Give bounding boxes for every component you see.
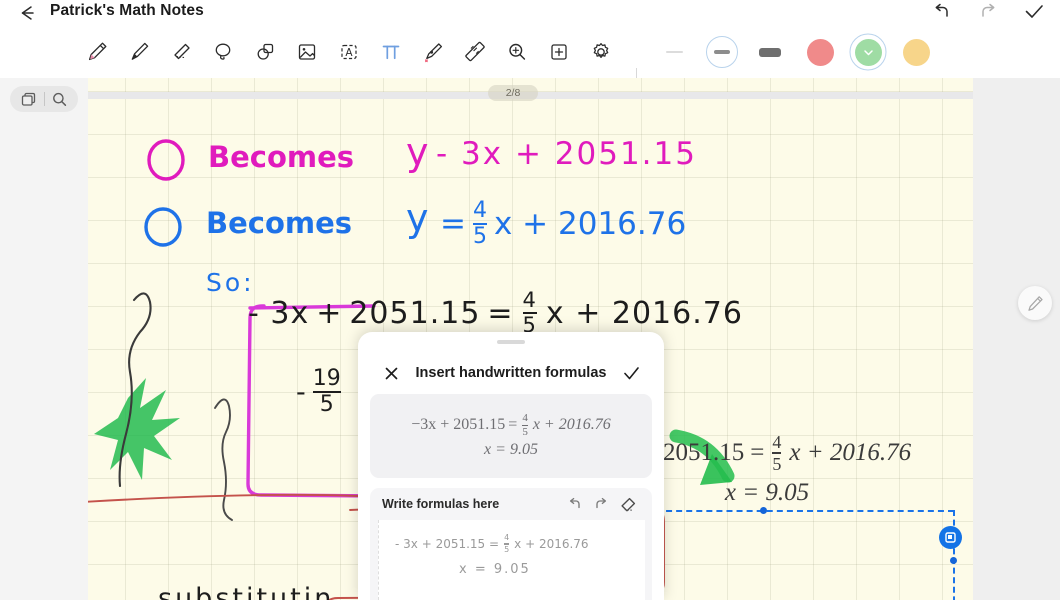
zoom-icon[interactable] xyxy=(496,36,538,68)
search-icon[interactable] xyxy=(45,86,75,112)
color-swatch-yellow[interactable] xyxy=(892,36,940,68)
preview-eq: = xyxy=(508,416,517,434)
confirm-check-icon[interactable] xyxy=(1022,1,1046,23)
stroke-width-thin[interactable] xyxy=(650,36,698,68)
preview-line-2: x = 9.05 xyxy=(484,441,538,459)
eraser-icon[interactable] xyxy=(614,492,640,516)
image-icon[interactable] xyxy=(286,36,328,68)
formula-pi-icon[interactable] xyxy=(370,36,412,68)
stroke-width-group xyxy=(650,36,794,68)
write-area-label: Write formulas here xyxy=(382,497,562,511)
highlighter-icon[interactable] xyxy=(118,36,160,68)
page-indicator: 2/8 xyxy=(488,85,538,101)
stroke-width-thick[interactable] xyxy=(746,36,794,68)
lasso-icon[interactable] xyxy=(202,36,244,68)
magic-pen-icon[interactable] xyxy=(412,36,454,68)
svg-text:A: A xyxy=(345,47,353,59)
tool-group: A xyxy=(76,36,622,68)
left-rail xyxy=(0,78,88,600)
insert-formula-dialog: Insert handwritten formulas −3x + 2051.1… xyxy=(358,332,664,600)
preview-rhs: x + 2016.76 xyxy=(533,416,611,434)
selected-ring xyxy=(850,34,887,71)
dialog-title: Insert handwritten formulas xyxy=(402,365,620,381)
write-formula-area[interactable]: Write formulas here - 3x + 2051.15 = 4 xyxy=(370,488,652,600)
stroke-width-medium[interactable] xyxy=(698,36,746,68)
confirm-check-icon[interactable] xyxy=(620,362,642,384)
color-group xyxy=(796,36,940,68)
fraction-4-over-5: 4 5 xyxy=(522,413,528,439)
handwriting-input-canvas[interactable]: - 3x + 2051.15 = 4 5 x + 2016.76 x = 9.0… xyxy=(378,520,645,600)
preview-lhs: −3x + 2051.15 xyxy=(411,416,505,434)
header-actions xyxy=(930,1,1046,23)
formula-options-button[interactable] xyxy=(939,526,962,549)
close-x-icon[interactable] xyxy=(380,362,402,384)
ruler-icon[interactable] xyxy=(454,36,496,68)
eraser-icon[interactable] xyxy=(160,36,202,68)
preview-line-1: −3x + 2051.15 = 4 5 x + 2016.76 xyxy=(411,413,610,439)
fraction-4-over-5: 4 5 xyxy=(504,534,509,554)
text-box-icon[interactable]: A xyxy=(328,36,370,68)
add-page-icon[interactable] xyxy=(538,36,580,68)
handwriting-notes-app: Patrick's Math Notes xyxy=(0,0,1060,600)
color-swatch-red[interactable] xyxy=(796,36,844,68)
undo-icon[interactable] xyxy=(562,492,588,516)
ink-line-2: x = 9.05 xyxy=(459,562,531,577)
pencil-edit-icon[interactable] xyxy=(1018,286,1052,320)
pen-icon[interactable] xyxy=(76,36,118,68)
ink-line-1: - 3x + 2051.15 = 4 5 x + 2016.76 xyxy=(395,534,589,554)
page-title: Patrick's Math Notes xyxy=(50,2,204,20)
write-area-header: Write formulas here xyxy=(370,488,652,520)
selected-ring xyxy=(706,36,738,68)
undo-icon[interactable] xyxy=(930,1,954,23)
redo-icon[interactable] xyxy=(588,492,614,516)
dialog-drag-handle[interactable] xyxy=(497,340,525,344)
rail-pill xyxy=(10,86,78,112)
tool-bar: A xyxy=(0,26,1060,78)
shape-icon[interactable] xyxy=(244,36,286,68)
settings-gear-icon[interactable] xyxy=(580,36,622,68)
formula-preview: −3x + 2051.15 = 4 5 x + 2016.76 x = 9.05 xyxy=(370,394,652,478)
pages-thumbnail-icon[interactable] xyxy=(14,86,44,112)
title-bar: Patrick's Math Notes xyxy=(0,0,1060,26)
color-swatch-green[interactable] xyxy=(844,36,892,68)
redo-icon[interactable] xyxy=(976,1,1000,23)
back-arrow-icon[interactable] xyxy=(16,3,38,23)
dialog-header: Insert handwritten formulas xyxy=(358,356,664,390)
